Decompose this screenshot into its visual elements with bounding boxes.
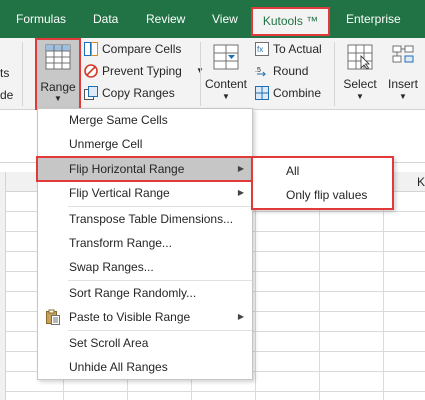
select-button[interactable]: Select ▼ (339, 40, 381, 110)
menu-item-label: Transform Range... (69, 236, 172, 250)
menu-item-label: Set Scroll Area (69, 336, 149, 350)
insert-button[interactable]: Insert ▼ (383, 40, 423, 110)
chevron-down-icon: ▼ (222, 92, 230, 101)
submenu-item-only-flip-values[interactable]: Only flip values (253, 184, 392, 206)
tab-kutools[interactable]: Kutools ™ (251, 7, 330, 36)
menu-separator (68, 206, 252, 207)
chevron-right-icon: ▶ (237, 188, 244, 197)
menu-item-label: Flip Vertical Range (69, 186, 170, 200)
highlight-outline (36, 156, 254, 182)
to-actual-icon: fx (255, 42, 269, 56)
menu-item-label: Sort Range Randomly... (69, 286, 197, 300)
select-icon (347, 44, 373, 70)
menu-separator (68, 280, 252, 281)
menu-item-label: Merge Same Cells (69, 113, 168, 127)
menu-item-sort-range-randomly[interactable]: Sort Range Randomly... (38, 282, 252, 304)
range-button-label: Range (40, 80, 76, 94)
ribbon-tab-strip: Formulas Data Review View Kutools ™ Ente… (0, 0, 425, 38)
svg-text:.5: .5 (255, 67, 261, 74)
range-dropdown-menu: Merge Same Cells Unmerge Cell Flip Horiz… (37, 108, 253, 380)
ribbon-fragment-top: ts (0, 66, 10, 80)
ribbon-fragment-bottom: de (0, 88, 14, 102)
menu-item-label: Swap Ranges... (69, 260, 154, 274)
range-button[interactable]: Range ▼ (35, 38, 81, 110)
menu-item-label: Unmerge Cell (69, 137, 143, 151)
chevron-right-icon: ▶ (237, 312, 244, 321)
round-icon: .5 (255, 67, 267, 77)
menu-item-transform-range[interactable]: Transform Range... (38, 232, 252, 254)
prevent-typing-label: Prevent Typing (102, 64, 182, 78)
menu-item-label: Transpose Table Dimensions... (69, 212, 234, 226)
combine-icon (255, 86, 269, 100)
ribbon-separator (334, 42, 335, 106)
chevron-down-icon: ▼ (356, 92, 364, 101)
prevent-typing-icon (84, 64, 98, 78)
paste-icon (46, 309, 60, 325)
menu-item-set-scroll-area[interactable]: Set Scroll Area (38, 332, 252, 354)
menu-item-flip-vertical-range[interactable]: Flip Vertical Range ▶ (38, 182, 252, 204)
copy-ranges-label: Copy Ranges (102, 86, 175, 100)
menu-separator (68, 330, 252, 331)
range-icon (45, 44, 71, 70)
menu-item-unmerge-cell[interactable]: Unmerge Cell (38, 133, 252, 155)
insert-button-label: Insert (387, 77, 418, 91)
tab-view[interactable]: View (212, 12, 238, 26)
ribbon-separator (22, 42, 23, 106)
content-button-label: Content (204, 77, 248, 91)
menu-item-transpose-table-dimensions[interactable]: Transpose Table Dimensions... (38, 208, 252, 230)
insert-icon (392, 45, 414, 63)
compare-cells-icon (84, 42, 98, 56)
submenu-item-label: Only flip values (286, 188, 368, 202)
tab-formulas[interactable]: Formulas (16, 12, 66, 26)
menu-item-paste-to-visible-range[interactable]: Paste to Visible Range ▶ (38, 306, 252, 328)
ribbon-panel: ts de Range ▼ Compare Cells Prevent Typi… (0, 38, 425, 110)
select-button-label: Select (343, 77, 377, 91)
content-icon (213, 44, 239, 70)
menu-item-label: Paste to Visible Range (69, 310, 191, 324)
row-header-strip (0, 172, 6, 400)
menu-item-unhide-all-ranges[interactable]: Unhide All Ranges (38, 356, 252, 378)
content-button[interactable]: Content ▼ (203, 40, 249, 110)
compare-cells-label: Compare Cells (102, 42, 182, 56)
copy-ranges-icon (84, 86, 98, 100)
svg-text:fx: fx (257, 45, 263, 54)
ribbon-separator (200, 42, 201, 106)
tab-enterprise[interactable]: Enterprise (346, 12, 401, 26)
chevron-down-icon: ▼ (54, 94, 62, 103)
menu-item-merge-same-cells[interactable]: Merge Same Cells (38, 109, 252, 131)
submenu-item-label: All (286, 164, 300, 178)
chevron-down-icon: ▼ (399, 92, 407, 101)
combine-label: Combine (273, 86, 322, 100)
to-actual-label: To Actual (273, 42, 322, 56)
menu-item-swap-ranges[interactable]: Swap Ranges... (38, 256, 252, 278)
round-label: Round (273, 64, 309, 78)
flip-horizontal-submenu: All Only flip values (251, 156, 394, 210)
column-header-label: K (417, 175, 425, 189)
tab-data[interactable]: Data (93, 12, 118, 26)
tab-review[interactable]: Review (146, 12, 185, 26)
menu-item-label: Unhide All Ranges (69, 360, 168, 374)
submenu-item-all[interactable]: All (253, 160, 392, 182)
